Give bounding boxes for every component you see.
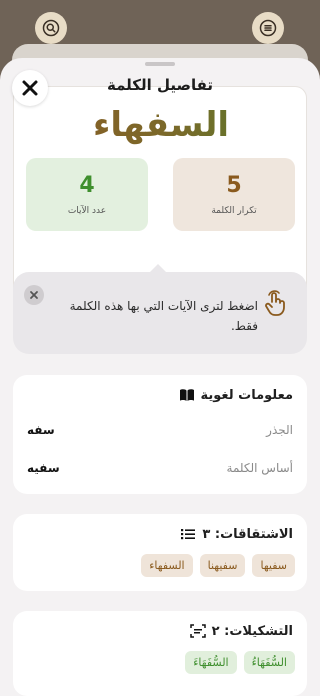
tip-text: اضغط لترى الآيات التي بها هذه الكلمة فقط… — [69, 299, 258, 333]
diacritic-chip[interactable]: السُّفَهَاءَ — [185, 651, 237, 674]
word-base-row: سفيه أساس الكلمة — [27, 461, 293, 475]
word-base-value: سفيه — [27, 461, 60, 475]
repeat-count-label: تكرار الكلمة — [211, 206, 257, 216]
list-icon — [181, 529, 196, 540]
menu-icon — [259, 19, 277, 37]
diacritics-title: التشكيلات: ٢ — [211, 623, 293, 639]
diacritic-chip[interactable]: السُّفَهَاءُ — [243, 651, 295, 674]
derivatives-header: الاشتقاقات: ٣ — [180, 526, 293, 542]
diacritics-card: التشكيلات: ٢ السُّفَهَاءُ السُّفَهَاءَ — [13, 611, 307, 696]
derivatives-chips: سفيها سفيهنا السفهاء — [141, 554, 295, 577]
word-base-label: أساس الكلمة — [226, 461, 293, 475]
search-button[interactable] — [35, 12, 67, 44]
sheet-title: تفاصيل الكلمة — [106, 76, 214, 94]
word-details-sheet: السفهاء 4 عدد الآيات 5 تكرار الكلمة تفاص… — [0, 58, 320, 696]
derivative-chip[interactable]: السفهاء — [141, 554, 193, 577]
derivative-chip[interactable]: سفيها — [252, 554, 295, 577]
menu-button[interactable] — [252, 12, 284, 44]
tip-close-button[interactable] — [24, 285, 44, 305]
repeat-count-value: 5 — [226, 173, 242, 198]
root-label: الجذر — [266, 423, 293, 437]
tip-popover: اضغط لترى الآيات التي بها هذه الكلمة فقط… — [13, 272, 307, 354]
ayat-count-stat[interactable]: 4 عدد الآيات — [26, 158, 148, 231]
derivative-chip[interactable]: سفيهنا — [199, 554, 246, 577]
root-value: سفه — [27, 423, 55, 437]
tooltip-arrow — [150, 264, 166, 272]
derivatives-card: الاشتقاقات: ٣ سفيها سفيهنا السفهاء — [13, 514, 307, 591]
sheet-grabber[interactable] — [145, 62, 175, 66]
ayat-count-value: 4 — [79, 173, 95, 198]
diacritics-header: التشكيلات: ٢ — [189, 623, 293, 639]
linguistic-info-header: معلومات لغوية — [179, 387, 294, 403]
diacritics-chips: السُّفَهَاءُ السُّفَهَاءَ — [185, 651, 295, 674]
text-recognition-icon — [189, 624, 206, 638]
repeat-count-stat[interactable]: 5 تكرار الكلمة — [173, 158, 295, 231]
word-title: السفهاء — [14, 105, 308, 145]
derivatives-title: الاشتقاقات: ٣ — [202, 526, 293, 542]
search-icon — [42, 19, 60, 37]
linguistic-info-card: معلومات لغوية سفه الجذر سفيه أساس الكلمة — [13, 375, 307, 494]
linguistic-info-title: معلومات لغوية — [200, 387, 294, 403]
book-icon — [179, 389, 194, 401]
ayat-count-label: عدد الآيات — [67, 206, 107, 216]
root-row: سفه الجذر — [27, 423, 293, 437]
tap-hand-icon — [265, 290, 285, 316]
close-icon — [30, 291, 38, 299]
